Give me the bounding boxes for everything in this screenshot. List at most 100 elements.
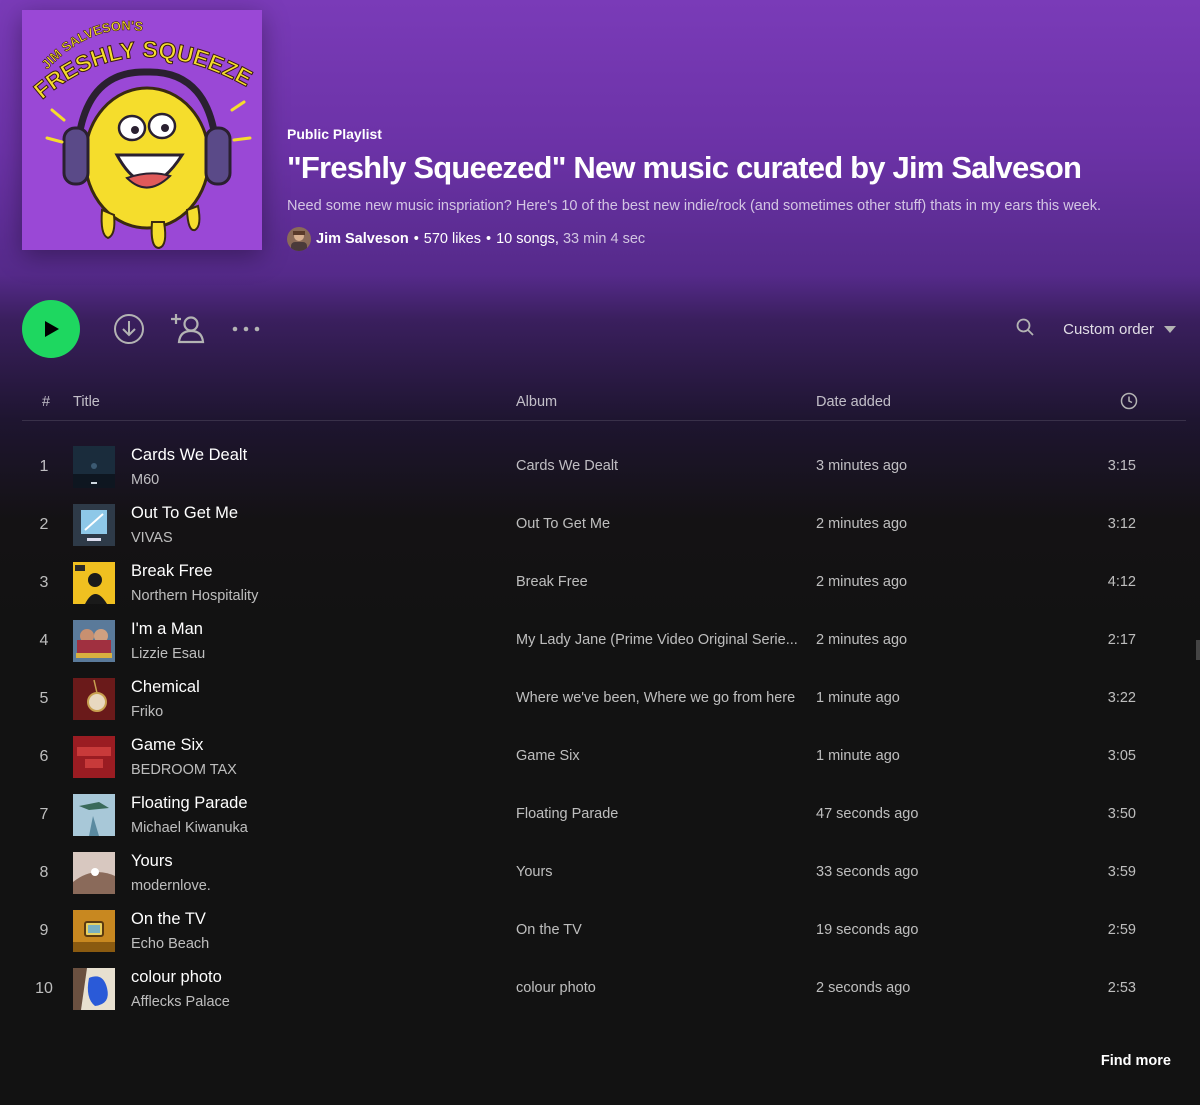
playlist-cover-image: JIM SALVESON'S FRESHLY SQUEEZED	[22, 10, 262, 250]
column-number: #	[42, 394, 51, 410]
sort-order-dropdown[interactable]: Custom order	[1063, 321, 1154, 338]
track-duration: 2:53	[1107, 980, 1136, 996]
track-artist[interactable]: modernlove.	[131, 878, 211, 894]
track-artwork	[73, 562, 115, 604]
track-duration: 2:59	[1107, 922, 1136, 938]
more-icon	[232, 326, 260, 332]
track-number: 6	[39, 748, 49, 765]
track-row[interactable]: 4 I'm a Man Lizzie Esau My Lady Jane (Pr…	[0, 612, 1200, 670]
caret-down-icon[interactable]	[1164, 325, 1176, 334]
track-album[interactable]: On the TV	[516, 922, 804, 938]
add-collaborator-button[interactable]	[170, 310, 206, 346]
track-date-added: 33 seconds ago	[816, 864, 919, 880]
track-artwork	[73, 736, 115, 778]
track-number: 9	[39, 922, 49, 939]
track-title[interactable]: On the TV	[131, 910, 206, 929]
more-options-button[interactable]	[230, 317, 262, 341]
track-date-added: 2 minutes ago	[816, 632, 908, 648]
track-album[interactable]: My Lady Jane (Prime Video Original Serie…	[516, 632, 804, 648]
track-album[interactable]: Game Six	[516, 748, 804, 764]
track-artist[interactable]: Friko	[131, 704, 163, 720]
track-artist[interactable]: Lizzie Esau	[131, 646, 205, 662]
track-title[interactable]: Game Six	[131, 736, 203, 755]
search-icon	[1016, 318, 1034, 336]
track-album[interactable]: Yours	[516, 864, 804, 880]
playlist-description: Need some new music inspriation? Here's …	[287, 198, 1102, 214]
track-artist[interactable]: Northern Hospitality	[131, 588, 258, 604]
track-title[interactable]: colour photo	[131, 968, 222, 987]
track-artwork	[73, 794, 115, 836]
track-album[interactable]: colour photo	[516, 980, 804, 996]
track-album[interactable]: Floating Parade	[516, 806, 804, 822]
track-duration: 3:22	[1107, 690, 1136, 706]
playlist-title: "Freshly Squeezed" New music curated by …	[287, 150, 1082, 185]
column-duration[interactable]	[1120, 392, 1138, 414]
track-date-added: 1 minute ago	[816, 748, 900, 764]
owner-avatar[interactable]	[287, 227, 311, 251]
track-number: 2	[39, 516, 49, 533]
track-album[interactable]: Where we've been, Where we go from here	[516, 690, 804, 706]
track-artist[interactable]: VIVAS	[131, 530, 173, 546]
track-title[interactable]: Cards We Dealt	[131, 446, 247, 465]
track-date-added: 19 seconds ago	[816, 922, 919, 938]
song-count: 10 songs,	[496, 231, 559, 247]
byline-separator: •	[413, 231, 419, 247]
track-artist[interactable]: M60	[131, 472, 159, 488]
track-number: 7	[39, 806, 49, 823]
track-title[interactable]: Yours	[131, 852, 173, 871]
column-title[interactable]: Title	[73, 394, 100, 410]
track-row[interactable]: 8 Yours modernlove. Yours 33 seconds ago…	[0, 844, 1200, 902]
track-artwork	[73, 446, 115, 488]
total-duration: 33 min 4 sec	[562, 231, 646, 247]
track-number: 8	[39, 864, 49, 881]
play-button[interactable]	[22, 300, 80, 358]
track-title[interactable]: Out To Get Me	[131, 504, 238, 523]
add-user-icon	[171, 314, 205, 344]
track-artist[interactable]: BEDROOM TAX	[131, 762, 237, 778]
track-row[interactable]: 10 colour photo Afflecks Palace colour p…	[0, 960, 1200, 1018]
playlist-byline: Jim Salveson • 570 likes • 10 songs, 33 …	[287, 227, 1167, 251]
track-row[interactable]: 1 Cards We Dealt M60 Cards We Dealt 3 mi…	[0, 438, 1200, 496]
track-list: 1 Cards We Dealt M60 Cards We Dealt 3 mi…	[0, 438, 1200, 1018]
owner-name-link[interactable]: Jim Salveson	[316, 231, 409, 247]
track-artwork	[73, 968, 115, 1010]
track-duration: 2:17	[1107, 632, 1136, 648]
track-row[interactable]: 5 Chemical Friko Where we've been, Where…	[0, 670, 1200, 728]
playlist-type-label: Public Playlist	[287, 126, 382, 142]
search-in-playlist-button[interactable]	[1015, 317, 1035, 342]
track-number: 4	[39, 632, 49, 649]
track-artwork	[73, 504, 115, 546]
track-date-added: 2 minutes ago	[816, 516, 908, 532]
track-title[interactable]: Break Free	[131, 562, 213, 581]
track-album[interactable]: Break Free	[516, 574, 804, 590]
track-date-added: 2 seconds ago	[816, 980, 911, 996]
track-number: 5	[39, 690, 49, 707]
track-album[interactable]: Cards We Dealt	[516, 458, 804, 474]
track-title[interactable]: Floating Parade	[131, 794, 248, 813]
track-artist[interactable]: Afflecks Palace	[131, 994, 230, 1010]
track-row[interactable]: 6 Game Six BEDROOM TAX Game Six 1 minute…	[0, 728, 1200, 786]
track-title[interactable]: I'm a Man	[131, 620, 203, 639]
playlist-header: JIM SALVESON'S FRESHLY SQUEEZED	[0, 0, 1200, 275]
find-more-link[interactable]: Find more	[1101, 1053, 1171, 1069]
likes-count: 570 likes	[423, 231, 481, 247]
sort-controls: Custom order	[1015, 317, 1176, 342]
track-artist[interactable]: Echo Beach	[131, 936, 209, 952]
track-row[interactable]: 7 Floating Parade Michael Kiwanuka Float…	[0, 786, 1200, 844]
track-row[interactable]: 3 Break Free Northern Hospitality Break …	[0, 554, 1200, 612]
column-album[interactable]: Album	[516, 394, 557, 410]
track-duration: 3:50	[1107, 806, 1136, 822]
download-button[interactable]	[112, 312, 146, 346]
track-title[interactable]: Chemical	[131, 678, 200, 697]
column-date-added[interactable]: Date added	[816, 394, 891, 410]
track-artist[interactable]: Michael Kiwanuka	[131, 820, 248, 836]
track-duration: 3:15	[1107, 458, 1136, 474]
track-album[interactable]: Out To Get Me	[516, 516, 804, 532]
scrollbar[interactable]	[1196, 640, 1200, 660]
track-artwork	[73, 678, 115, 720]
track-row[interactable]: 2 Out To Get Me VIVAS Out To Get Me 2 mi…	[0, 496, 1200, 554]
play-icon	[45, 321, 59, 337]
track-row[interactable]: 9 On the TV Echo Beach On the TV 19 seco…	[0, 902, 1200, 960]
clock-icon	[1120, 392, 1138, 410]
track-date-added: 3 minutes ago	[816, 458, 908, 474]
